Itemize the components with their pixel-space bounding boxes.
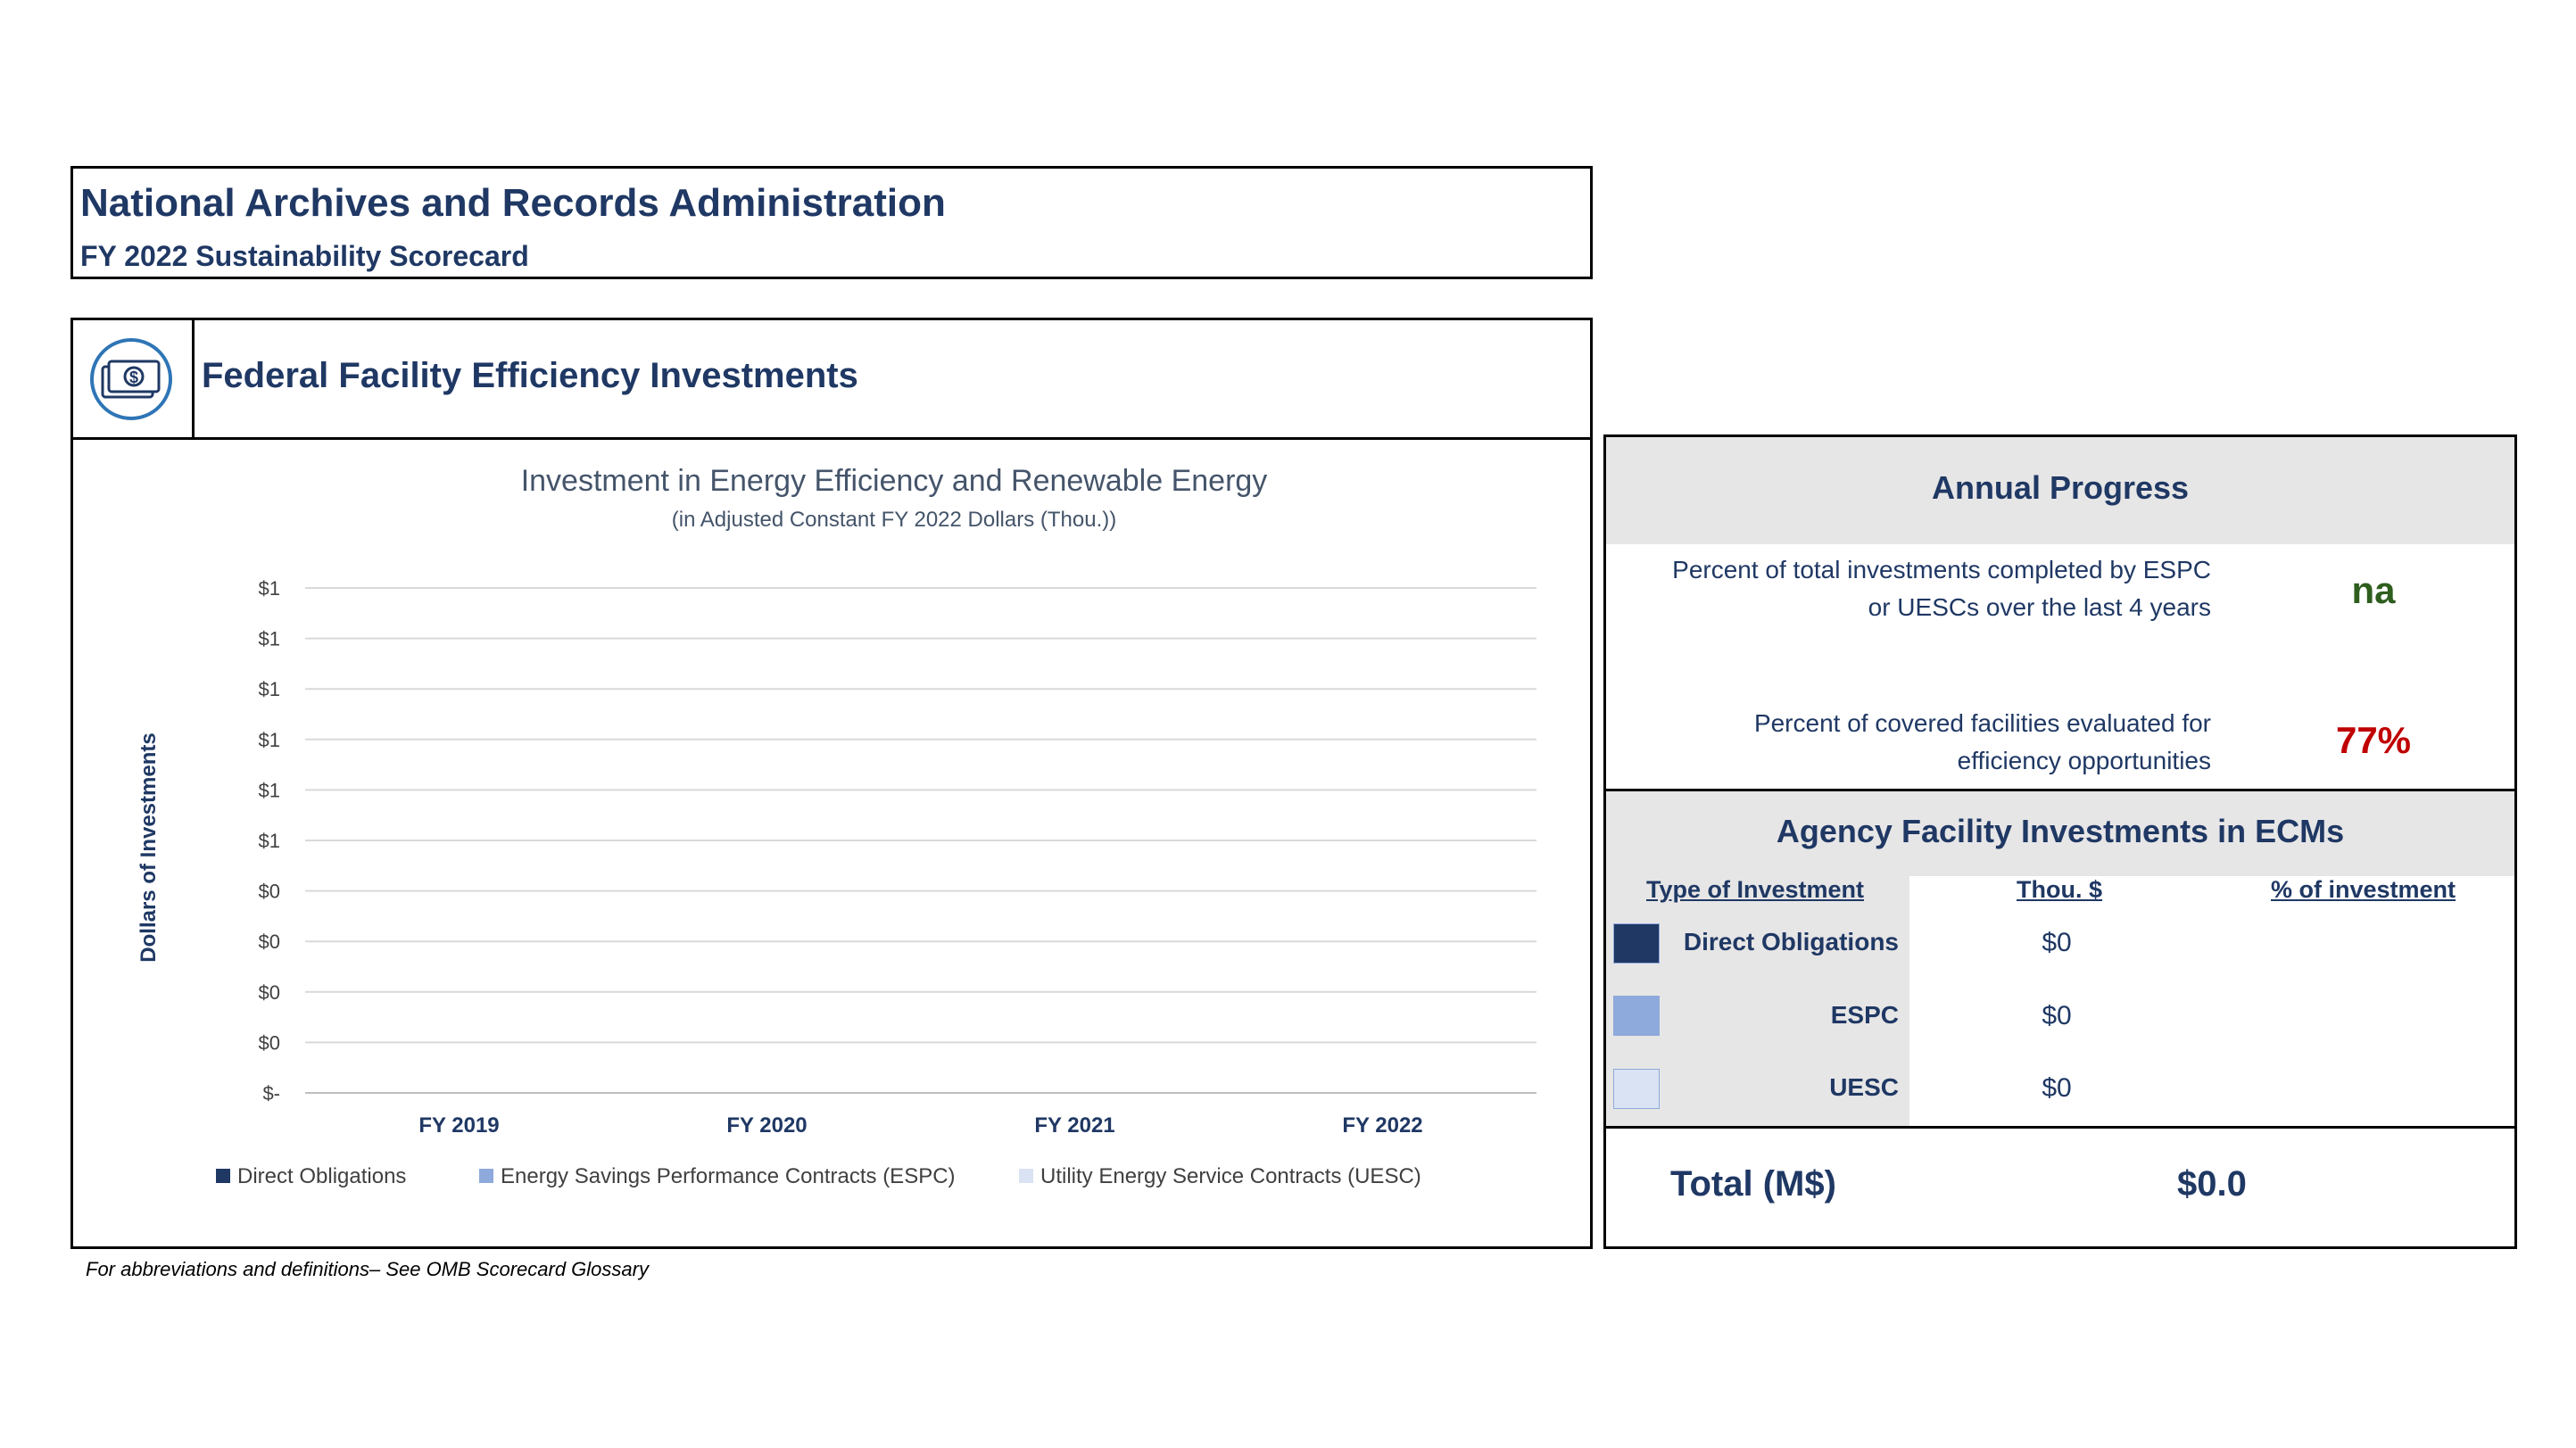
y-tick-label: $0: [259, 881, 280, 903]
facilities-evaluated-value: 77%: [2335, 719, 2412, 761]
col-thou-dollars: Thou. $: [2017, 876, 2102, 903]
swatch-uesc: [1613, 1069, 1660, 1109]
investment-chart: Investment in Energy Efficiency and Rene…: [137, 464, 1536, 1188]
swatch-espc: [1613, 996, 1660, 1036]
y-tick-label: $1: [259, 729, 280, 751]
icon-cell: $: [73, 320, 195, 437]
y-tick-label: $1: [259, 779, 280, 801]
col-type-of-investment: Type of Investment: [1646, 876, 1865, 903]
legend-label: Utility Energy Service Contracts (UESC): [1040, 1164, 1421, 1188]
x-tick-label: FY 2020: [726, 1113, 807, 1138]
total-label: Total (M$): [1670, 1164, 1836, 1204]
row-label-direct-obligations: Direct Obligations: [1683, 928, 1899, 956]
divider: [1606, 1126, 2514, 1129]
row-value-espc: $0: [2042, 1001, 2072, 1030]
col-percent-investment: % of investment: [2271, 876, 2456, 903]
legend-label: Direct Obligations: [237, 1164, 406, 1188]
legend-label: Energy Savings Performance Contracts (ES…: [501, 1164, 956, 1188]
y-tick-label: $0: [259, 981, 280, 1004]
investment-section: $ Federal Facility Efficiency Investment…: [70, 318, 1593, 1249]
row-value-direct-obligations: $0: [2042, 928, 2072, 957]
progress-panel: Annual Progress Percent of total investm…: [1603, 434, 2517, 1249]
x-tick-label: FY 2019: [418, 1113, 499, 1138]
ecm-header: Agency Facility Investments in ECMs: [1606, 791, 2514, 876]
y-tick-label: $1: [259, 628, 280, 650]
y-tick-label: $0: [259, 1031, 280, 1054]
chart-legend: Direct Obligations Energy Savings Perform…: [216, 1164, 1421, 1188]
x-tick-label: FY 2022: [1342, 1113, 1422, 1138]
y-tick-label: $-: [262, 1082, 280, 1105]
section-header: $ Federal Facility Efficiency Investment…: [73, 320, 1590, 440]
espc-uesc-metric-value: na: [2351, 569, 2396, 611]
y-tick-label: $1: [259, 678, 280, 700]
legend-swatch: [216, 1169, 230, 1183]
ecm-title: Agency Facility Investments in ECMs: [1776, 813, 2345, 849]
y-tick-label: $0: [259, 931, 280, 953]
facilities-evaluated-label: Percent of covered facilities evaluated …: [1753, 709, 2211, 774]
y-axis-label: Dollars of Investments: [137, 732, 161, 962]
x-axis-ticks: FY 2019 FY 2020 FY 2021 FY 2022: [418, 1113, 1422, 1138]
legend-swatch: [1019, 1169, 1033, 1183]
total-value: $0.0: [2177, 1164, 2247, 1204]
annual-progress-header: Annual Progress: [1606, 437, 2514, 544]
y-tick-label: $1: [259, 577, 280, 600]
swatch-direct-obligations: [1613, 923, 1660, 964]
footnote: For abbreviations and definitions– See O…: [86, 1258, 649, 1280]
scorecard-header: National Archives and Records Administra…: [70, 166, 1593, 279]
gridlines: [305, 587, 1536, 1094]
row-label-espc: ESPC: [1830, 1001, 1899, 1029]
chart-subtitle: (in Adjusted Constant FY 2022 Dollars (T…: [672, 508, 1116, 532]
y-axis-ticks: $- $0 $0 $0 $0 $1 $1 $1 $1 $1 $1: [259, 577, 280, 1105]
row-value-uesc: $0: [2042, 1073, 2072, 1103]
scorecard-subtitle: FY 2022 Sustainability Scorecard: [80, 240, 529, 272]
chart-title: Investment in Energy Efficiency and Rene…: [521, 464, 1268, 498]
x-tick-label: FY 2021: [1034, 1113, 1114, 1138]
espc-uesc-metric-label: Percent of total investments completed b…: [1672, 556, 2211, 621]
svg-text:$: $: [129, 368, 138, 386]
y-tick-label: $1: [259, 830, 280, 852]
row-label-uesc: UESC: [1829, 1073, 1899, 1101]
annual-progress-title: Annual Progress: [1931, 469, 2190, 506]
legend-swatch: [479, 1169, 493, 1183]
section-title: Federal Facility Efficiency Investments: [202, 356, 858, 395]
money-icon: $: [90, 338, 172, 420]
agency-name: National Archives and Records Administra…: [80, 181, 946, 225]
